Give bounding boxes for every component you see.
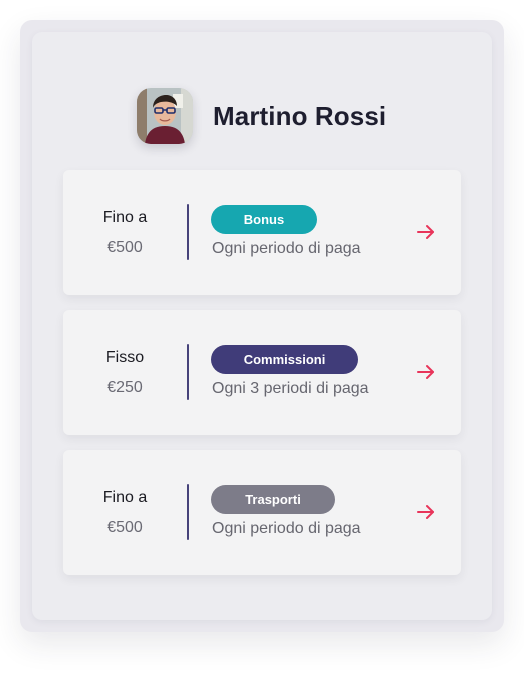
card-divider [187,204,189,260]
card-amount-block: Fino a €500 [63,450,187,575]
outer-panel: Martino Rossi Fino a €500 Bonus Ogni per… [20,20,504,632]
allowance-card[interactable]: Fino a €500 Bonus Ogni periodo di paga [63,170,461,295]
category-badge: Trasporti [211,485,335,514]
arrow-right-icon[interactable] [416,362,436,382]
card-amount: €500 [107,238,143,256]
inner-panel: Martino Rossi Fino a €500 Bonus Ogni per… [32,32,492,620]
card-title: Fino a [102,488,148,506]
card-period: Ogni 3 periodi di paga [212,380,369,397]
card-period: Ogni periodo di paga [212,240,361,257]
card-divider [187,344,189,400]
arrow-right-icon[interactable] [416,502,436,522]
avatar [137,88,193,144]
card-title: Fino a [102,208,148,226]
avatar-image [137,88,193,144]
card-amount-block: Fisso €250 [63,310,187,435]
category-badge: Commissioni [211,345,358,374]
card-amount-block: Fino a €500 [63,170,187,295]
card-amount: €500 [107,518,143,536]
card-amount: €250 [107,378,143,396]
user-name: Martino Rossi [213,100,387,131]
card-title: Fisso [105,348,145,366]
card-divider [187,484,189,540]
profile-header: Martino Rossi [137,88,386,144]
allowance-card[interactable]: Fisso €250 Commissioni Ogni 3 periodi di… [63,310,461,435]
card-period: Ogni periodo di paga [212,520,361,537]
allowance-card[interactable]: Fino a €500 Trasporti Ogni periodo di pa… [63,450,461,575]
arrow-right-icon[interactable] [416,222,436,242]
category-badge: Bonus [211,205,317,234]
